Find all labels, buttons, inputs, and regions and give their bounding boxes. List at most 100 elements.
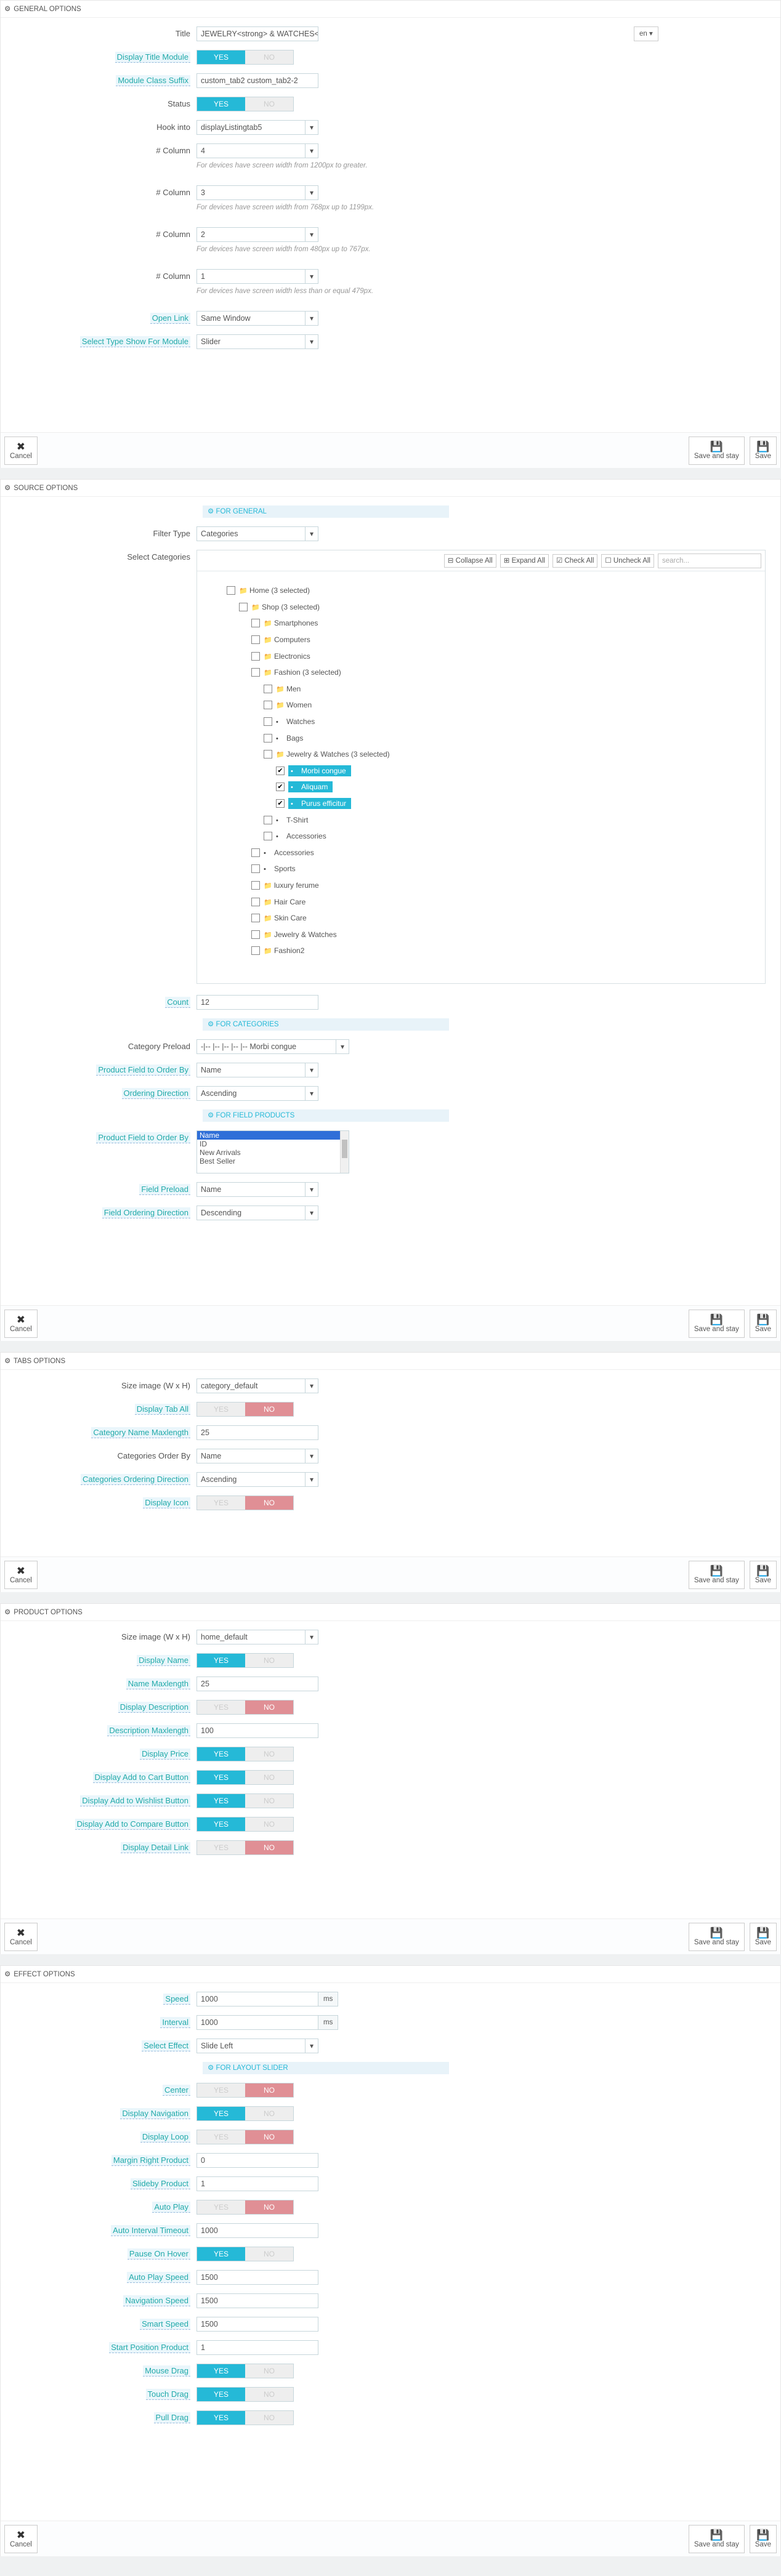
class-suffix-input[interactable]: custom_tab2 custom_tab2-2 xyxy=(196,73,318,88)
save-and-stay-button[interactable]: 💾 Save and stay xyxy=(688,1922,745,1951)
center-switch[interactable]: YES NO xyxy=(196,2083,294,2098)
touch-drag-switch[interactable]: YES NO xyxy=(196,2387,294,2402)
speed-input[interactable]: 1000 xyxy=(196,1992,318,2006)
select-effect-select[interactable]: Slide Left xyxy=(196,2039,318,2053)
expand-all-button[interactable]: ⊞ Expand All xyxy=(500,553,549,568)
checkbox[interactable] xyxy=(264,832,272,841)
margin-input[interactable]: 0 xyxy=(196,2153,318,2168)
checkbox[interactable] xyxy=(264,684,272,693)
save-button[interactable]: 💾 Save xyxy=(749,1922,777,1951)
save-button[interactable]: 💾 Save xyxy=(749,436,777,465)
display-price-switch[interactable]: YES NO xyxy=(196,1747,294,1761)
tree-search-input[interactable]: search... xyxy=(658,553,761,568)
tree-node[interactable]: 📁 Jewelry & Watches (3 selected) xyxy=(227,746,765,763)
cancel-button[interactable]: ✖ Cancel xyxy=(4,436,38,465)
pause-switch[interactable]: YES NO xyxy=(196,2247,294,2261)
tree-node[interactable]: 📁 Skin Care xyxy=(227,910,765,927)
tree-node[interactable]: 📁 Hair Care xyxy=(227,893,765,910)
checkbox[interactable] xyxy=(251,914,260,923)
name-maxlen-input[interactable]: 25 xyxy=(196,1676,318,1691)
switch-no[interactable]: NO xyxy=(245,1496,293,1510)
switch-yes[interactable]: YES xyxy=(197,2107,245,2120)
listbox-option[interactable]: Name xyxy=(197,1131,349,1140)
tree-node[interactable]: • Bags xyxy=(227,730,765,746)
switch-yes[interactable]: YES xyxy=(197,1654,245,1667)
save-and-stay-button[interactable]: 💾 Save and stay xyxy=(688,1309,745,1338)
checkbox[interactable] xyxy=(264,701,272,710)
order-dir-select[interactable]: Ascending xyxy=(196,1086,318,1101)
language-dropdown[interactable]: en ▾ xyxy=(634,26,658,41)
checkbox[interactable] xyxy=(251,864,260,874)
save-button[interactable]: 💾 Save xyxy=(749,2524,777,2553)
desc-maxlen-input[interactable]: 100 xyxy=(196,1723,318,1738)
cancel-button[interactable]: ✖ Cancel xyxy=(4,1922,38,1951)
tree-node[interactable]: 📁 Shop (3 selected) xyxy=(227,599,765,616)
switch-yes[interactable]: YES xyxy=(197,1817,245,1831)
switch-no[interactable]: NO xyxy=(245,1701,293,1714)
cancel-button[interactable]: ✖ Cancel xyxy=(4,2524,38,2553)
checkbox-checked[interactable]: ✔ xyxy=(276,766,285,775)
cat-maxlen-input[interactable]: 25 xyxy=(196,1425,318,1440)
checkbox[interactable] xyxy=(264,815,272,824)
tree-node[interactable]: 📁 Men xyxy=(227,681,765,698)
smart-speed-input[interactable]: 1500 xyxy=(196,2317,318,2332)
checkbox-checked[interactable]: ✔ xyxy=(276,783,285,792)
switch-no[interactable]: NO xyxy=(245,1403,293,1416)
switch-no[interactable]: NO xyxy=(245,2083,293,2097)
switch-no[interactable]: NO xyxy=(245,1817,293,1831)
save-and-stay-button[interactable]: 💾 Save and stay xyxy=(688,436,745,465)
tree-node[interactable]: • Accessories xyxy=(227,828,765,845)
listbox-option[interactable]: New Arrivals xyxy=(197,1148,349,1157)
switch-yes[interactable]: YES xyxy=(197,2388,245,2401)
switch-no[interactable]: NO xyxy=(245,1841,293,1854)
nav-speed-input[interactable]: 1500 xyxy=(196,2293,318,2308)
listbox-option[interactable]: ID xyxy=(197,1140,349,1148)
tree-node[interactable]: ✔ • Morbi congue xyxy=(227,763,765,779)
pf-order-select[interactable]: Name xyxy=(196,1063,318,1077)
column-sm-select[interactable]: 2 xyxy=(196,227,318,242)
title-input[interactable]: JEWELRY<strong> & WATCHES</strong> xyxy=(196,26,318,41)
checkbox[interactable] xyxy=(227,586,235,595)
tree-node[interactable]: 📁 Computers xyxy=(227,632,765,648)
switch-yes[interactable]: YES xyxy=(197,2411,245,2425)
column-lg-select[interactable]: 4 xyxy=(196,143,318,158)
tree-node[interactable]: • Accessories xyxy=(227,845,765,861)
switch-yes[interactable]: YES xyxy=(197,1771,245,1784)
check-all-button[interactable]: ☑ Check All xyxy=(552,553,598,568)
checkbox[interactable] xyxy=(251,668,260,677)
checkbox[interactable] xyxy=(251,635,260,645)
category-preload-select[interactable]: -|-- |-- |-- |-- |-- Morbi congue xyxy=(196,1039,349,1054)
switch-yes[interactable]: YES xyxy=(197,2247,245,2261)
wishlist-switch[interactable]: YES NO xyxy=(196,1793,294,1808)
checkbox[interactable] xyxy=(264,750,272,759)
tree-node[interactable]: 📁 Electronics xyxy=(227,648,765,664)
switch-no[interactable]: NO xyxy=(245,97,293,111)
checkbox[interactable] xyxy=(251,651,260,661)
display-name-switch[interactable]: YES NO xyxy=(196,1653,294,1668)
display-desc-switch[interactable]: YES NO xyxy=(196,1700,294,1715)
switch-yes[interactable]: YES xyxy=(197,1496,245,1510)
tree-node[interactable]: ✔ • Purus efficitur xyxy=(227,795,765,812)
switch-yes[interactable]: YES xyxy=(197,1403,245,1416)
switch-yes[interactable]: YES xyxy=(197,2364,245,2378)
interval-input[interactable]: 1000 xyxy=(196,2015,318,2030)
display-title-switch[interactable]: YES NO xyxy=(196,50,294,65)
save-button[interactable]: 💾 Save xyxy=(749,1560,777,1589)
checkbox[interactable] xyxy=(251,619,260,628)
display-tab-all-switch[interactable]: YES NO xyxy=(196,1402,294,1417)
save-button[interactable]: 💾 Save xyxy=(749,1309,777,1338)
mouse-drag-switch[interactable]: YES NO xyxy=(196,2364,294,2378)
switch-yes[interactable]: YES xyxy=(197,2200,245,2214)
switch-yes[interactable]: YES xyxy=(197,1794,245,1808)
ap-speed-input[interactable]: 1500 xyxy=(196,2270,318,2285)
switch-no[interactable]: NO xyxy=(245,2107,293,2120)
switch-no[interactable]: NO xyxy=(245,1654,293,1667)
cancel-button[interactable]: ✖ Cancel xyxy=(4,1309,38,1338)
status-switch[interactable]: YES NO xyxy=(196,97,294,111)
listbox-scrollbar[interactable] xyxy=(340,1131,349,1173)
switch-no[interactable]: NO xyxy=(245,2247,293,2261)
uncheck-all-button[interactable]: ☐ Uncheck All xyxy=(601,553,654,568)
compare-switch[interactable]: YES NO xyxy=(196,1817,294,1832)
pull-drag-switch[interactable]: YES NO xyxy=(196,2410,294,2425)
checkbox[interactable] xyxy=(239,602,248,611)
